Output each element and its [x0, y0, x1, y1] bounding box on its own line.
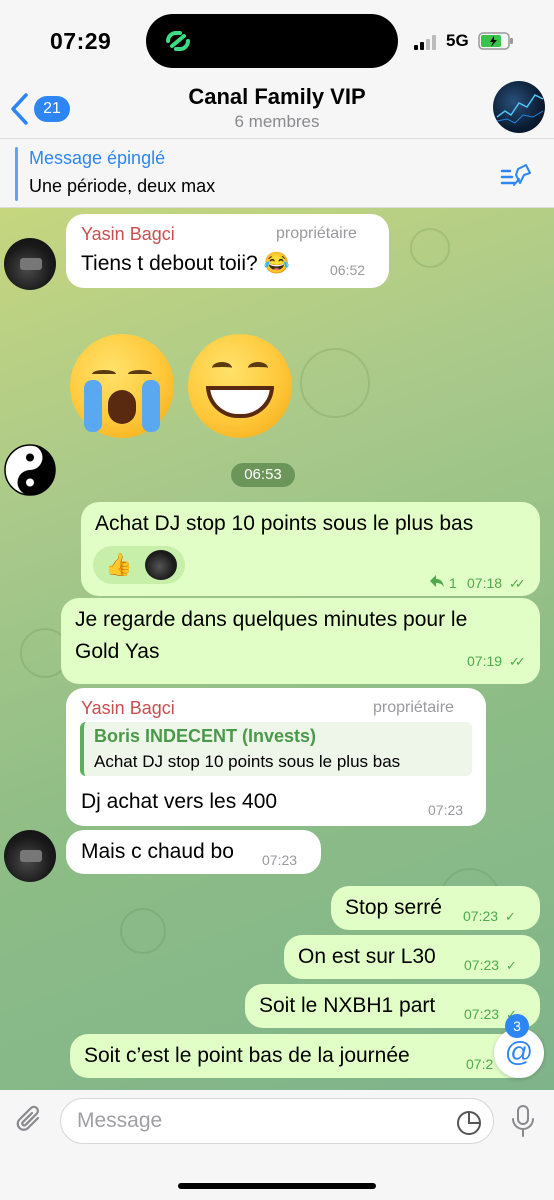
message-field[interactable] [60, 1098, 494, 1144]
sticker-icon[interactable] [455, 1109, 483, 1137]
pin-list-icon[interactable] [500, 161, 534, 189]
pinned-text: Une période, deux max [29, 176, 216, 196]
microphone-icon[interactable] [508, 1104, 538, 1138]
message-bubble[interactable]: On est sur L30 07:23 ✓ [284, 935, 540, 979]
chat-subtitle: 6 membres [234, 112, 320, 131]
grinning-face-emoji [188, 334, 292, 438]
message-text-line2: Gold Yas [75, 640, 160, 663]
thumbs-up-emoji: 👍 [105, 552, 133, 577]
message-text: Soit le NXBH1 part [259, 994, 436, 1017]
wallpaper-doodle [120, 908, 166, 954]
pinned-indicator [15, 147, 18, 201]
chart-thumbnail-icon [496, 94, 544, 124]
message-time: 06:52 [330, 262, 366, 278]
message-input[interactable] [77, 1107, 437, 1135]
sent-tick-icon: ✓ [506, 958, 517, 973]
quoted-text: Achat DJ stop 10 points sous le plus bas [94, 752, 401, 771]
message-bubble[interactable]: Mais c chaud bo 07:23 [66, 830, 321, 874]
at-icon: @ [504, 1036, 534, 1067]
message-bubble[interactable]: Stop serré 07:23 ✓ [331, 886, 540, 930]
status-time: 07:29 [50, 28, 112, 54]
dynamic-island [146, 14, 398, 68]
signal-icon [414, 34, 440, 50]
chat-header: 21 Canal Family VIP 6 membres [0, 76, 554, 138]
sender-avatar[interactable] [4, 830, 56, 882]
crying-face-emoji [70, 334, 174, 438]
pinned-title: Message épinglé [29, 148, 166, 168]
message-time: 07:23 [428, 802, 464, 818]
mention-count-badge: 3 [505, 1014, 529, 1038]
yin-yang-avatar[interactable] [4, 444, 56, 496]
sender-role: propriétaire [373, 699, 454, 716]
message-text: Tiens t debout toii? 😂 [81, 252, 290, 275]
sender-name[interactable]: Yasin Bagci [81, 224, 175, 245]
message-time: 07:23 [464, 1006, 500, 1022]
pinned-message-bar[interactable]: Message épinglé Une période, deux max [0, 138, 554, 208]
message-time: 07:23 [463, 908, 499, 924]
network-label: 5G [446, 31, 469, 50]
link-activity-icon [166, 31, 190, 51]
date-separator: 06:53 [231, 463, 295, 487]
message-bubble[interactable]: Soit le NXBH1 part 07:23 ✓ [245, 984, 540, 1028]
battery-icon [478, 32, 513, 50]
reaction-chip[interactable]: 👍 [93, 546, 185, 584]
quoted-message[interactable]: Boris INDECENT (Invests) Achat DJ stop 1… [80, 722, 472, 776]
message-text: On est sur L30 [298, 945, 436, 968]
message-time: 07:23 [262, 852, 298, 868]
sender-avatar[interactable] [4, 238, 56, 290]
group-avatar[interactable] [493, 81, 545, 133]
wallpaper-doodle [300, 348, 370, 418]
sender-name[interactable]: Yasin Bagci [81, 698, 175, 719]
message-text: Stop serré [345, 896, 442, 919]
message-text: Soit c’est le point bas de la journée [84, 1044, 410, 1067]
quoted-sender: Boris INDECENT (Invests) [94, 726, 317, 746]
message-text: Mais c chaud bo [81, 840, 234, 863]
message-time: 07:19 [467, 653, 503, 669]
reactor-avatar [145, 550, 177, 580]
reply-icon [430, 575, 444, 587]
read-ticks-icon: ✓✓ [509, 576, 526, 591]
message-bubble[interactable]: Je regarde dans quelques minutes pour le… [61, 598, 540, 684]
message-time: 07:2 [466, 1056, 494, 1072]
sender-role: propriétaire [276, 225, 357, 242]
read-ticks-icon: ✓✓ [509, 654, 526, 669]
message-bubble[interactable]: Soit c’est le point bas de la journée 07… [70, 1034, 540, 1078]
message-time: 07:23 [464, 957, 500, 973]
chat-title[interactable]: Canal Family VIP [0, 84, 554, 110]
wallpaper-doodle [410, 228, 450, 268]
message-text: Dj achat vers les 400 [81, 790, 278, 813]
sent-tick-icon: ✓ [505, 909, 516, 924]
message-text-line1: Je regarde dans quelques minutes pour le [75, 608, 468, 631]
reply-count: 1 [449, 575, 457, 591]
message-time: 07:18 [467, 575, 503, 591]
message-bubble[interactable]: Yasin Bagci propriétaire Tiens t debout … [66, 214, 389, 288]
paperclip-icon[interactable] [14, 1104, 46, 1136]
chat-area[interactable]: Yasin Bagci propriétaire Tiens t debout … [0, 208, 554, 1090]
status-bar: 07:29 5G [0, 0, 554, 76]
home-indicator [178, 1183, 376, 1189]
message-text: Achat DJ stop 10 points sous le plus bas [95, 512, 474, 535]
